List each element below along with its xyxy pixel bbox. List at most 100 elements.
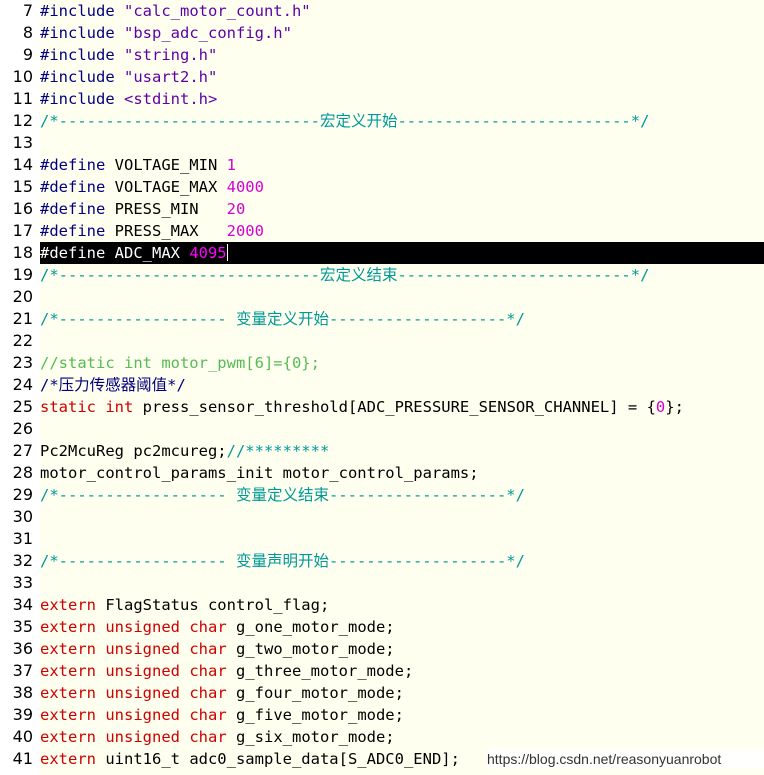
- code-token: /*------------------ 变量声明开始-------------…: [40, 552, 525, 570]
- line-number: 26: [12, 419, 33, 438]
- code-token: extern: [40, 750, 106, 768]
- code-token: extern: [40, 706, 106, 724]
- code-line[interactable]: Pc2McuReg pc2mcureg;//*********: [40, 440, 764, 462]
- code-line[interactable]: #include "bsp_adc_config.h": [40, 22, 764, 44]
- code-line[interactable]: extern unsigned char g_five_motor_mode;: [40, 704, 764, 726]
- line-number: 16: [12, 199, 33, 218]
- code-token: FlagStatus control_flag;: [105, 596, 330, 614]
- code-token: 4000: [226, 178, 264, 196]
- code-token: "usart2.h": [124, 68, 218, 86]
- code-line[interactable]: [40, 528, 764, 550]
- code-token: ADC_MAX: [114, 244, 190, 262]
- code-token: VOLTAGE_MIN: [114, 156, 227, 174]
- code-line[interactable]: /*压力传感器阈值*/: [40, 374, 764, 396]
- code-line[interactable]: [40, 330, 764, 352]
- line-number: 30: [12, 507, 33, 526]
- line-number: 31: [12, 529, 33, 548]
- code-line[interactable]: //static int motor_pwm[6]={0};: [40, 352, 764, 374]
- code-line[interactable]: #include "string.h": [40, 44, 764, 66]
- code-token: extern: [40, 640, 106, 658]
- line-number: 9: [22, 45, 33, 64]
- code-token: press_sensor_threshold[ADC_PRESSURE_SENS…: [142, 398, 656, 416]
- code-line[interactable]: [40, 132, 764, 154]
- code-line[interactable]: extern unsigned char g_one_motor_mode;: [40, 616, 764, 638]
- code-line[interactable]: [40, 418, 764, 440]
- code-line[interactable]: extern unsigned char g_three_motor_mode;: [40, 660, 764, 682]
- code-line[interactable]: extern unsigned char g_six_motor_mode;: [40, 726, 764, 748]
- line-number: 40: [12, 727, 33, 746]
- code-token: #include: [40, 46, 124, 64]
- code-line[interactable]: /*------------------ 变量定义开始-------------…: [40, 308, 764, 330]
- line-number: 25: [12, 397, 33, 416]
- code-token: "calc_motor_count.h": [124, 2, 311, 20]
- line-number: 15: [12, 177, 33, 196]
- line-number: 8: [22, 23, 33, 42]
- line-number: 38: [12, 683, 33, 702]
- code-token: char: [189, 728, 236, 746]
- code-line[interactable]: #define VOLTAGE_MAX 4000: [40, 176, 764, 198]
- code-line[interactable]: [40, 572, 764, 594]
- code-token: g_two_motor_mode;: [236, 640, 395, 658]
- code-token: /*----------------------------宏定义开始-----…: [40, 112, 650, 130]
- code-area[interactable]: #include "calc_motor_count.h" #include "b…: [40, 0, 764, 775]
- code-token: /*压力传感器阈值*/: [40, 376, 186, 394]
- code-line[interactable]: static int press_sensor_threshold[ADC_PR…: [40, 396, 764, 418]
- code-line[interactable]: /*----------------------------宏定义结束-----…: [40, 264, 764, 286]
- code-token: unsigned: [105, 662, 190, 680]
- code-token: #define: [40, 200, 115, 218]
- line-number: 12: [12, 111, 33, 130]
- code-line[interactable]: #include <stdint.h>: [40, 88, 764, 110]
- code-token: extern: [40, 596, 106, 614]
- line-number: 27: [12, 441, 33, 460]
- code-token: #include: [40, 68, 124, 86]
- code-line[interactable]: motor_control_params_init motor_control_…: [40, 462, 764, 484]
- code-token: };: [665, 398, 684, 416]
- code-editor[interactable]: 7 8 9 10 11 12 13 14 15 16 17 18 19 20 21 22 23 24 25 26 27 2…: [0, 0, 764, 775]
- code-token: #include: [40, 24, 124, 42]
- code-token: char: [189, 662, 236, 680]
- line-number: 7: [22, 1, 33, 20]
- code-token: static: [40, 398, 106, 416]
- code-token: unsigned: [105, 706, 190, 724]
- line-number: 19: [12, 265, 33, 284]
- text-cursor: [226, 244, 228, 261]
- code-line[interactable]: extern FlagStatus control_flag;: [40, 594, 764, 616]
- code-line[interactable]: /*----------------------------宏定义开始-----…: [40, 110, 764, 132]
- code-token: unsigned: [105, 618, 190, 636]
- line-number: 32: [12, 551, 33, 570]
- line-number-gutter: 7 8 9 10 11 12 13 14 15 16 17 18 19 20 21 22 23 24 25 26 27 2…: [0, 0, 40, 775]
- code-line[interactable]: [40, 506, 764, 528]
- code-token: //static int motor_pwm[6]={0};: [40, 354, 320, 372]
- line-number: 37: [12, 661, 33, 680]
- code-line[interactable]: [40, 286, 764, 308]
- line-number: 17: [12, 221, 33, 240]
- code-token: /*------------------ 变量定义开始-------------…: [40, 310, 525, 328]
- code-line[interactable]: #include "usart2.h": [40, 66, 764, 88]
- code-token: extern: [40, 728, 106, 746]
- code-token: PRESS_MIN: [114, 200, 227, 218]
- code-line[interactable]: /*------------------ 变量声明开始-------------…: [40, 550, 764, 572]
- code-line[interactable]: extern unsigned char g_four_motor_mode;: [40, 682, 764, 704]
- code-token: extern: [40, 684, 106, 702]
- line-number: 18: [12, 243, 33, 262]
- watermark-url: https://blog.csdn.net/reasonyuanrobot: [487, 749, 764, 769]
- line-number: 21: [12, 309, 33, 328]
- code-line-current[interactable]: #define ADC_MAX 4095: [40, 242, 764, 264]
- code-line[interactable]: extern unsigned char g_two_motor_mode;: [40, 638, 764, 660]
- code-token: #include: [40, 2, 124, 20]
- line-number: 33: [12, 573, 33, 592]
- code-token: "bsp_adc_config.h": [124, 24, 292, 42]
- code-token: extern: [40, 662, 106, 680]
- line-number: 35: [12, 617, 33, 636]
- code-token: 0: [655, 398, 666, 416]
- code-token: char: [189, 706, 236, 724]
- code-line[interactable]: #include "calc_motor_count.h": [40, 0, 764, 22]
- code-line[interactable]: #define PRESS_MIN 20: [40, 198, 764, 220]
- code-token: Pc2McuReg pc2mcureg;: [40, 442, 227, 460]
- code-line[interactable]: /*------------------ 变量定义结束-------------…: [40, 484, 764, 506]
- line-number: 14: [12, 155, 33, 174]
- code-token: <stdint.h>: [124, 90, 218, 108]
- code-token: char: [189, 640, 236, 658]
- code-line[interactable]: #define VOLTAGE_MIN 1: [40, 154, 764, 176]
- code-line[interactable]: #define PRESS_MAX 2000: [40, 220, 764, 242]
